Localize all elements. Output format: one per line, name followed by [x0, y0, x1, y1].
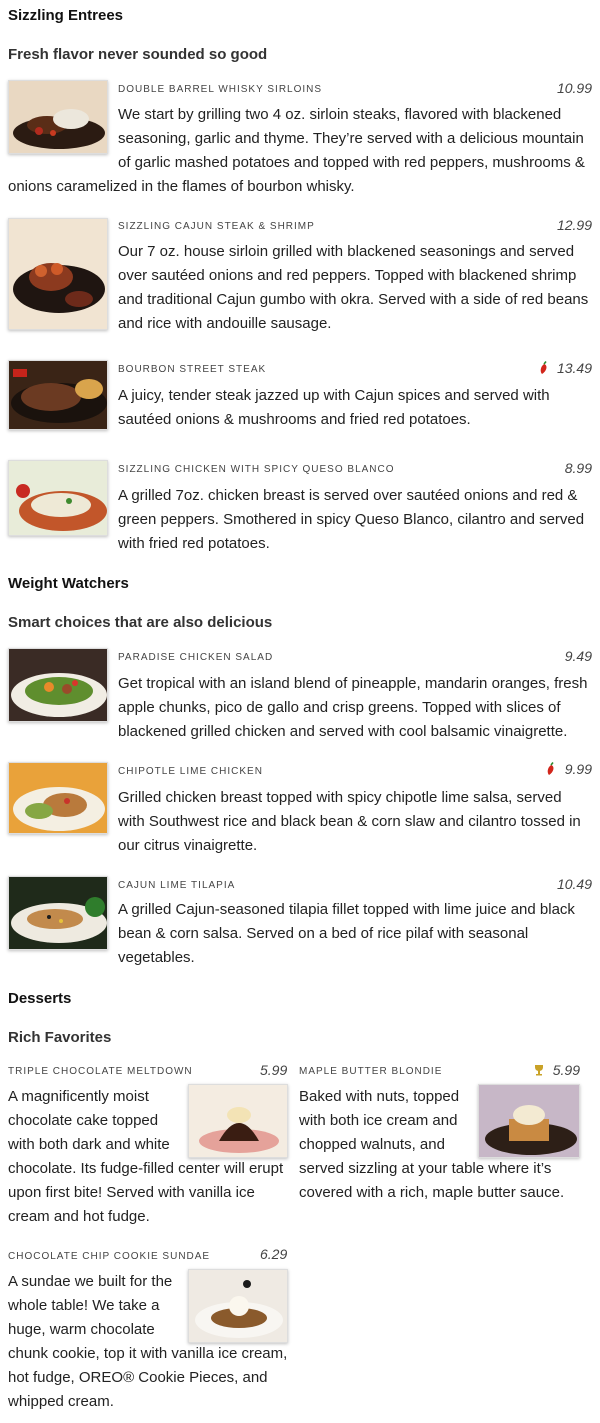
- item-description: A grilled Cajun-seasoned tilapia fillet …: [118, 901, 575, 966]
- dish-photo-cajun-lime-tilapia[interactable]: [8, 876, 108, 950]
- item-name: Paradise Chicken Salad: [118, 652, 274, 663]
- item-name: Triple Chocolate Meltdown: [8, 1066, 193, 1077]
- item-price: 10.99: [556, 80, 592, 96]
- item-price: 13.49: [556, 360, 592, 376]
- trophy-icon: [535, 1065, 543, 1076]
- item-price: 9.49: [564, 648, 592, 664]
- item-description: A juicy, tender steak jazzed up with Caj…: [118, 387, 550, 428]
- menu-page: Sizzling Entrees Fresh flavor never soun…: [0, 0, 600, 1423]
- section-title-entrees: Sizzling Entrees: [8, 7, 124, 24]
- dish-photo-triple-chocolate-meltdown[interactable]: [188, 1084, 288, 1158]
- section-title-weight-watchers: Weight Watchers: [8, 575, 129, 592]
- item-description: Grilled chicken breast topped with spicy…: [118, 789, 581, 854]
- dish-photo-chipotle-lime-chicken[interactable]: [8, 762, 108, 834]
- dish-photo-bourbon-street-steak[interactable]: [8, 360, 108, 430]
- item-description-block: Our 7 oz. house sirloin grilled with bla…: [8, 240, 590, 336]
- chili-pepper-icon: [540, 361, 547, 374]
- item-name: Chocolate Chip Cookie Sundae: [8, 1251, 211, 1262]
- item-name: Cajun Lime Tilapia: [118, 880, 236, 891]
- dish-photo-cookie-sundae[interactable]: [188, 1269, 288, 1343]
- item-price: 10.49: [556, 876, 592, 892]
- item-price: 5.99: [552, 1062, 580, 1078]
- item-description-block: We start by grilling two 4 oz. sirloin s…: [8, 103, 590, 199]
- item-price: 9.99: [564, 761, 592, 777]
- item-name: Maple Butter Blondie: [299, 1066, 443, 1077]
- item-description: A grilled 7oz. chicken breast is served …: [118, 487, 585, 552]
- chili-pepper-icon: [547, 762, 554, 775]
- dish-photo-maple-butter-blondie[interactable]: [478, 1084, 580, 1158]
- item-description: Get tropical with an island blend of pin…: [118, 675, 588, 740]
- dish-photo-sizzling-chicken-queso[interactable]: [8, 460, 108, 536]
- section-subtitle-entrees: Fresh flavor never sounded so good: [8, 46, 268, 63]
- item-price: 6.29: [260, 1246, 288, 1262]
- section-title-desserts: Desserts: [8, 990, 72, 1007]
- item-name: Bourbon Street Steak: [118, 364, 267, 375]
- item-price: 8.99: [564, 460, 592, 476]
- item-name: Double Barrel Whisky Sirloins: [118, 84, 323, 95]
- section-subtitle-desserts: Rich Favorites: [8, 1029, 112, 1046]
- item-name: Chipotle Lime Chicken: [118, 766, 263, 777]
- item-price: 5.99: [260, 1062, 288, 1078]
- section-subtitle-weight-watchers: Smart choices that are also delicious: [8, 614, 273, 631]
- item-name: Sizzling Cajun Steak & Shrimp: [118, 221, 315, 232]
- item-price: 12.99: [556, 217, 592, 233]
- item-name: Sizzling Chicken with Spicy Queso Blanco: [118, 464, 395, 475]
- dish-photo-paradise-chicken-salad[interactable]: [8, 648, 108, 722]
